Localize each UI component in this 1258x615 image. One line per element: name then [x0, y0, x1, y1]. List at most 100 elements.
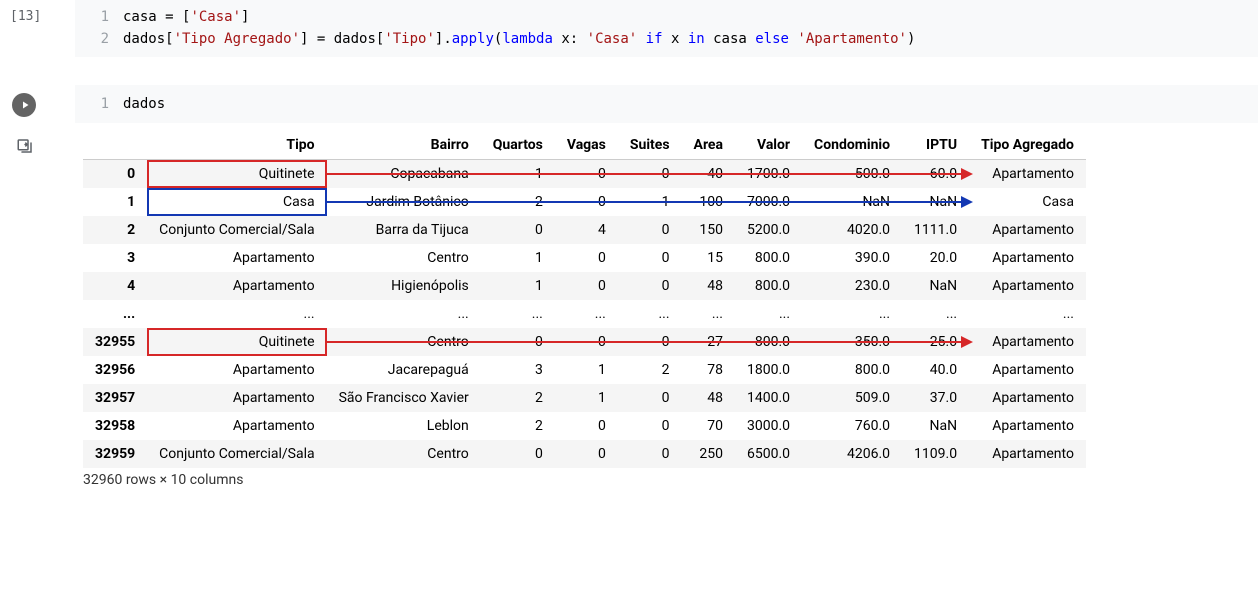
table-cell: 800.0	[735, 244, 802, 272]
exec-count: [13]	[10, 9, 41, 24]
table-cell: 3000.0	[735, 412, 802, 440]
table-cell: Apartamento	[969, 384, 1086, 412]
table-row: 32956ApartamentoJacarepaguá312781800.080…	[83, 356, 1086, 384]
table-cell: Quitinete	[147, 160, 326, 189]
table-cell: Apartamento	[969, 412, 1086, 440]
table-cell: 2	[481, 188, 555, 216]
column-header: Suites	[618, 131, 682, 160]
table-cell: 0	[555, 160, 618, 189]
table-cell: 500.0	[802, 160, 902, 189]
table-cell: 4206.0	[802, 440, 902, 468]
row-index: 2	[83, 216, 147, 244]
table-cell: 1109.0	[902, 440, 969, 468]
table-cell: Conjunto Comercial/Sala	[147, 440, 326, 468]
row-index: ...	[83, 300, 147, 328]
table-cell: 800.0	[735, 272, 802, 300]
table-cell: NaN	[902, 272, 969, 300]
table-cell: 350.0	[802, 328, 902, 356]
table-cell: Higienópolis	[327, 272, 481, 300]
table-cell: 1	[555, 356, 618, 384]
table-cell: 5200.0	[735, 216, 802, 244]
table-cell: Quitinete	[147, 328, 326, 356]
table-row: .................................	[83, 300, 1086, 328]
table-cell: Apartamento	[147, 356, 326, 384]
output-gutter	[0, 129, 75, 159]
run-button-icon[interactable]	[12, 93, 36, 117]
table-cell: 0	[481, 440, 555, 468]
output-icon[interactable]	[16, 143, 34, 159]
table-cell: 800.0	[802, 356, 902, 384]
table-cell: 390.0	[802, 244, 902, 272]
table-cell: Casa	[969, 188, 1086, 216]
table-row: 2Conjunto Comercial/SalaBarra da Tijuca0…	[83, 216, 1086, 244]
table-cell: 150	[682, 216, 735, 244]
table-row: 3ApartamentoCentro10015800.0390.020.0Apa…	[83, 244, 1086, 272]
line-number: 1	[83, 6, 123, 28]
table-cell: Apartamento	[147, 412, 326, 440]
table-cell: 1	[481, 272, 555, 300]
table-cell: 2	[618, 356, 682, 384]
table-cell: 4	[555, 216, 618, 244]
table-row: 1CasaJardim Botânico2011007000.0NaNNaNCa…	[83, 188, 1086, 216]
table-row: 32958ApartamentoLeblon200703000.0760.0Na…	[83, 412, 1086, 440]
table-cell: 25.0	[902, 328, 969, 356]
table-cell: Apartamento	[969, 244, 1086, 272]
table-cell: 0	[555, 440, 618, 468]
table-row: 32957ApartamentoSão Francisco Xavier2104…	[83, 384, 1086, 412]
table-cell: Apartamento	[969, 216, 1086, 244]
column-header: Tipo	[147, 131, 326, 160]
row-index: 32955	[83, 328, 147, 356]
code-line: casa = ['Casa']	[123, 6, 249, 28]
column-header: Bairro	[327, 131, 481, 160]
line-number: 1	[83, 93, 123, 115]
table-cell: 800.0	[735, 328, 802, 356]
table-cell: Centro	[327, 328, 481, 356]
table-cell: 40.0	[902, 356, 969, 384]
code-editor-1[interactable]: 1 casa = ['Casa'] 2 dados['Tipo Agregado…	[75, 0, 1258, 57]
table-cell: 0	[555, 412, 618, 440]
table-cell: Casa	[147, 188, 326, 216]
table-cell: ...	[147, 300, 326, 328]
table-cell: 0	[618, 160, 682, 189]
table-cell: ...	[327, 300, 481, 328]
row-index: 32957	[83, 384, 147, 412]
column-header: Condominio	[802, 131, 902, 160]
row-index: 3	[83, 244, 147, 272]
table-cell: 78	[682, 356, 735, 384]
code-editor-2[interactable]: 1 dados	[75, 85, 1258, 123]
table-cell: Apartamento	[969, 272, 1086, 300]
table-cell: 15	[682, 244, 735, 272]
table-cell: Apartamento	[969, 356, 1086, 384]
row-index: 0	[83, 160, 147, 189]
table-cell: 0	[618, 412, 682, 440]
dataframe-shape: 32960 rows × 10 columns	[83, 472, 1258, 488]
table-cell: ...	[902, 300, 969, 328]
table-cell: 48	[682, 272, 735, 300]
line-number: 2	[83, 28, 123, 50]
column-header: Tipo Agregado	[969, 131, 1086, 160]
row-index: 32959	[83, 440, 147, 468]
table-cell: Apartamento	[147, 384, 326, 412]
table-cell: NaN	[902, 412, 969, 440]
table-cell: Barra da Tijuca	[327, 216, 481, 244]
table-cell: Apartamento	[969, 160, 1086, 189]
table-cell: 760.0	[802, 412, 902, 440]
row-index: 1	[83, 188, 147, 216]
table-cell: Leblon	[327, 412, 481, 440]
table-cell: Apartamento	[969, 440, 1086, 468]
column-header: Area	[682, 131, 735, 160]
table-cell: 0	[618, 272, 682, 300]
table-cell: 0	[555, 244, 618, 272]
table-cell: Apartamento	[147, 244, 326, 272]
table-row: 32959Conjunto Comercial/SalaCentro000250…	[83, 440, 1086, 468]
code-cell-1: [13] 1 casa = ['Casa'] 2 dados['Tipo Agr…	[0, 0, 1258, 57]
table-cell: 0	[618, 216, 682, 244]
output-content: TipoBairroQuartosVagasSuitesAreaValorCon…	[75, 129, 1258, 488]
dataframe-table: TipoBairroQuartosVagasSuitesAreaValorCon…	[83, 131, 1086, 468]
table-cell: 0	[618, 440, 682, 468]
table-cell: 6500.0	[735, 440, 802, 468]
table-row: 4ApartamentoHigienópolis10048800.0230.0N…	[83, 272, 1086, 300]
table-cell: São Francisco Xavier	[327, 384, 481, 412]
table-cell: 37.0	[902, 384, 969, 412]
table-cell: 0	[618, 328, 682, 356]
